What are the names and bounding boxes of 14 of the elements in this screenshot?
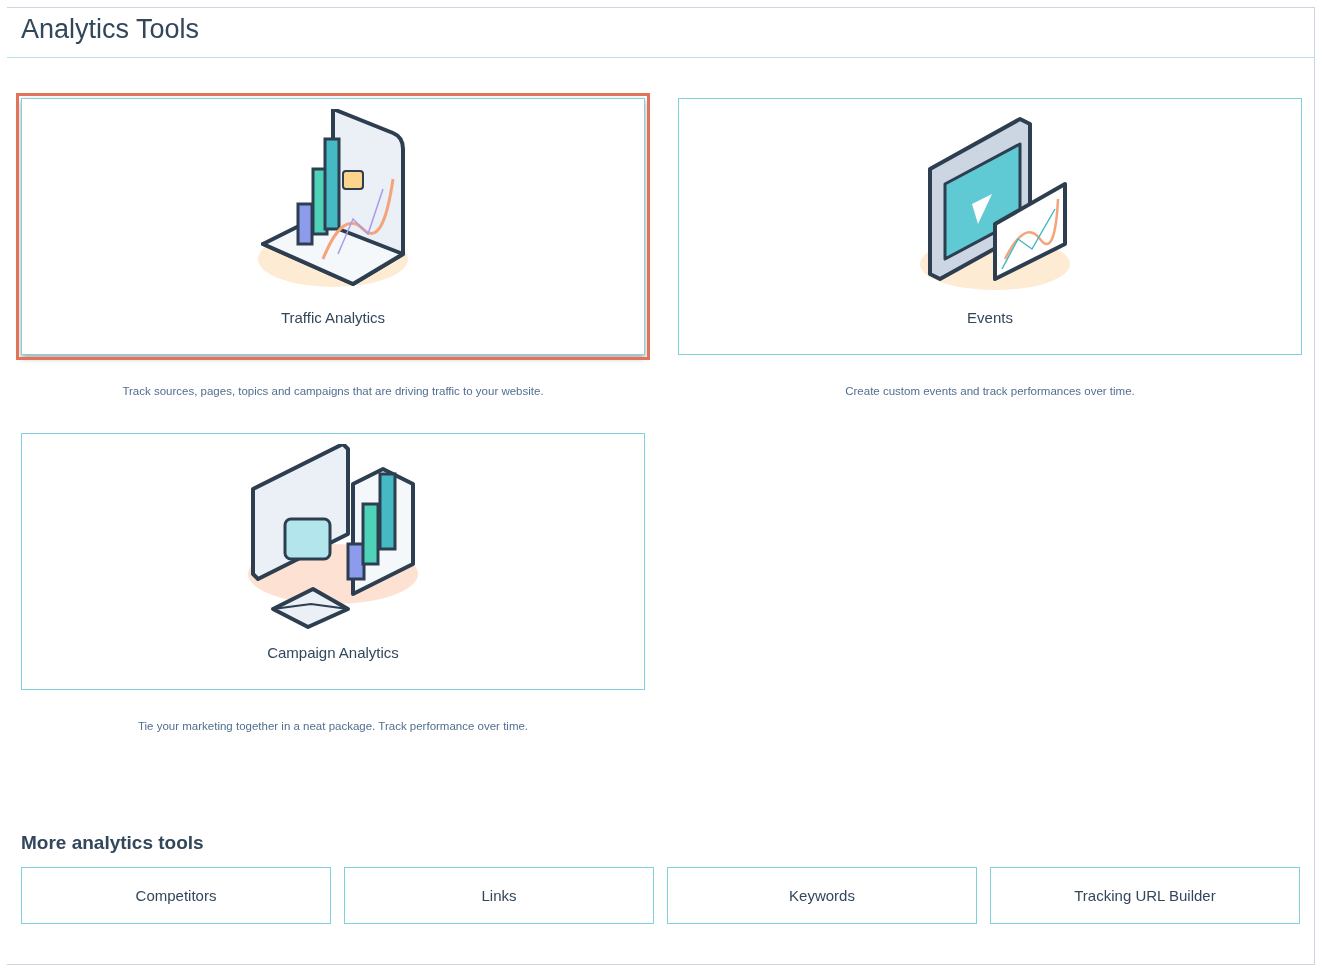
section-heading: More analytics tools bbox=[20, 830, 205, 855]
tool-description: Create custom events and track performances over time. bbox=[844, 384, 1136, 400]
tool-card[interactable]: Campaign Analytics bbox=[21, 432, 645, 690]
tool-button[interactable]: Keywords bbox=[667, 867, 977, 925]
tool-button[interactable]: Competitors bbox=[21, 867, 331, 925]
tool-name: Campaign Analytics bbox=[267, 642, 399, 663]
tool-button[interactable]: Tracking URL Builder bbox=[990, 867, 1300, 925]
tool-card[interactable]: Events bbox=[678, 98, 1302, 356]
tool-description: Track sources, pages, topics and campaigns that are driving traffic to your website. bbox=[121, 384, 545, 400]
tool-name: Traffic Analytics bbox=[280, 308, 386, 329]
tool-button[interactable]: Links bbox=[344, 867, 654, 925]
page-title: Analytics Tools bbox=[20, 13, 201, 46]
tool-name: Events bbox=[967, 308, 1013, 329]
tool-description: Tie your marketing together in a neat package. Track performance over time. bbox=[136, 718, 530, 734]
